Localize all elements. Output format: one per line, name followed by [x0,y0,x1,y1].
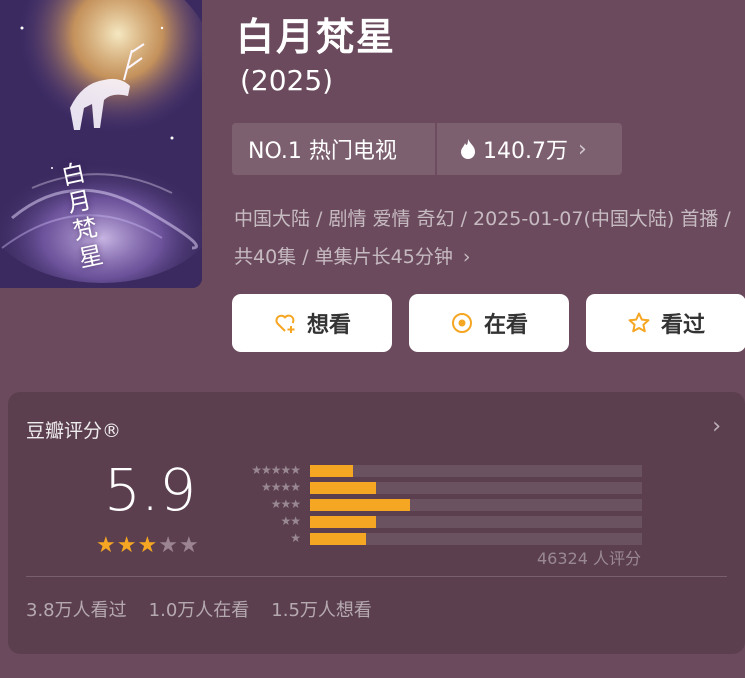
release-year: (2025) [240,64,334,97]
rating-title: 豆瓣评分® [26,420,122,442]
target-circle-icon [451,313,472,333]
histogram-row: ★★★★ [228,479,648,496]
heart-plus-icon [275,314,295,333]
heat-indicator: 140.7万 › [437,133,587,165]
histogram-bar [310,464,354,477]
rating-stars: ★ ★ ★ ★ ★ [96,535,199,557]
histogram-track [310,464,642,477]
movie-detail-page: 白月梵星 白月梵星 (2025) NO.1 热门电视 140.7万 › 中国大陆… [0,0,745,678]
histogram-star-label: ★ [290,531,301,545]
chevron-right-icon: › [462,246,471,268]
histogram-row: ★★★★★ [228,462,648,479]
want-to-watch-button[interactable]: 想看 [232,294,392,352]
rank-bar[interactable]: NO.1 热门电视 140.7万 › [232,123,622,175]
histogram-star-label: ★★ [280,514,301,528]
rating-histogram: ★★★★★ ★★★★ ★★★ ★★ ★ [228,462,648,547]
star-filled-icon: ★ [137,533,158,558]
star-outline-icon [628,312,650,333]
star-filled-icon: ★ [116,533,137,558]
watched-count[interactable]: 3.8万人看过 [26,596,127,622]
divider [26,576,727,577]
page-title: 白月梵星 [236,15,397,59]
histogram-star-label: ★★★★ [260,480,301,494]
want-to-watch-label: 想看 [306,313,351,338]
watching-button[interactable]: 在看 [409,294,569,352]
histogram-track [310,498,642,511]
histogram-track [310,515,642,528]
chevron-right-icon[interactable]: › [712,414,721,439]
rating-count: 46324 人评分 [537,549,641,568]
star-filled-icon: ★ [96,533,116,558]
histogram-row: ★★★ [228,496,648,513]
histogram-track [310,481,642,494]
histogram-star-label: ★★★ [270,497,301,511]
watched-button[interactable]: 看过 [586,294,745,352]
chevron-right-icon: › [577,136,587,162]
star-empty-icon: ★ [178,533,199,558]
action-buttons: 想看 在看 看过 [232,294,745,352]
rank-label: NO.1 热门电视 [232,123,437,175]
histogram-bar [310,481,377,494]
want-count[interactable]: 1.5万人想看 [271,596,372,622]
watching-label: 在看 [483,313,528,338]
rating-score: 5.9 [104,456,197,524]
histogram-bar [310,498,410,511]
meta-text: 中国大陆 / 剧情 爱情 奇幻 / 2025-01-07(中国大陆) 首播 / … [234,208,731,268]
star-empty-icon: ★ [158,533,178,558]
histogram-bar [310,515,377,528]
watch-stats: 3.8万人看过 1.0万人在看 1.5万人想看 [26,596,372,622]
douban-rating-card[interactable]: 豆瓣评分® › 5.9 ★ ★ ★ ★ ★ ★★★★★ ★★★★ ★★★ ★★ ★ 46324 … [8,392,745,654]
histogram-row: ★★ [228,513,648,530]
flame-icon [461,139,475,159]
watched-label: 看过 [660,313,705,338]
histogram-star-label: ★★★★★ [251,463,301,477]
poster-image[interactable]: 白月梵星 [0,0,202,288]
watching-count[interactable]: 1.0万人在看 [149,596,250,622]
heat-value: 140.7万 [483,139,568,164]
histogram-track [310,532,642,545]
histogram-bar [310,532,367,545]
meta-info[interactable]: 中国大陆 / 剧情 爱情 奇幻 / 2025-01-07(中国大陆) 首播 / … [234,200,734,276]
